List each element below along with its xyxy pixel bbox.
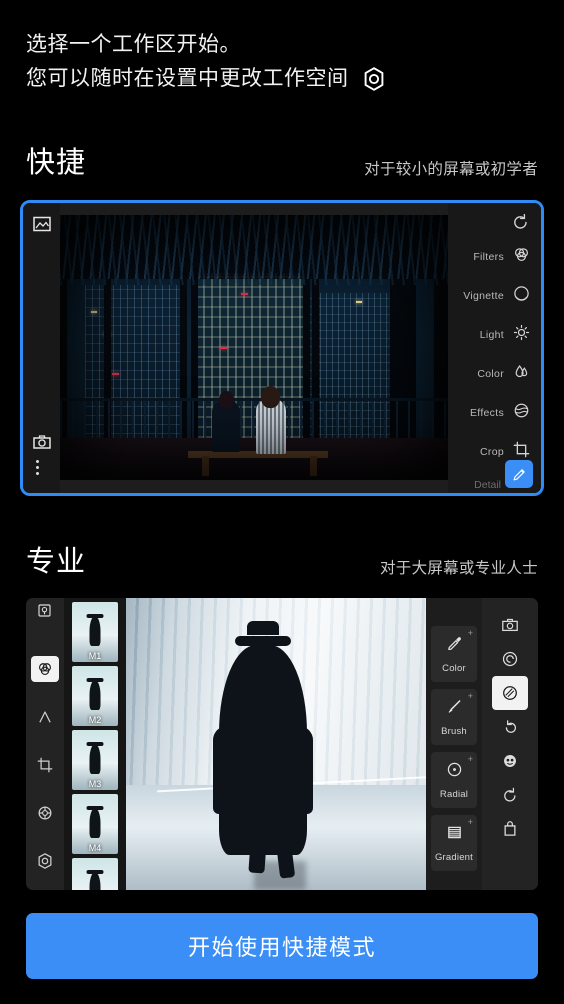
- rotate-cw-icon[interactable]: [492, 710, 528, 744]
- workspace-option-quick[interactable]: Filters Vignette Light Color Effects Cro…: [20, 200, 544, 496]
- brush-icon: [445, 697, 464, 721]
- tool-card-badge: +: [467, 754, 473, 764]
- quick-menu-item-vignette[interactable]: Vignette: [448, 276, 541, 315]
- masks-icon[interactable]: [492, 676, 528, 710]
- color-drop-icon: [513, 363, 530, 385]
- pro-filmstrip[interactable]: M1 M2 M3 M4 M5: [64, 598, 126, 890]
- pro-preview-photo: [126, 598, 438, 890]
- header: 选择一个工作区开始。 您可以随时在设置中更改工作空间: [0, 0, 564, 96]
- undo-icon[interactable]: [512, 213, 529, 230]
- tool-card-label: Color: [442, 663, 466, 674]
- effects-icon: [513, 402, 530, 424]
- light-sun-icon: [513, 324, 530, 346]
- workspace-option-pro[interactable]: M1 M2 M3 M4 M5: [26, 598, 538, 890]
- section-title-pro: 专业: [26, 546, 87, 578]
- filmstrip-thumb[interactable]: M2: [72, 666, 118, 726]
- pro-right-rail: [482, 598, 538, 890]
- thumb-label: M4: [88, 843, 102, 853]
- filters-icon: [513, 246, 530, 268]
- section-header-pro: 专业 对于大屏幕或专业人士: [0, 545, 564, 579]
- quick-menu-item-effects[interactable]: Effects: [448, 393, 541, 432]
- quick-menu-item-filters[interactable]: Filters: [448, 237, 541, 276]
- thumb-label: M2: [88, 715, 102, 725]
- filmstrip-thumb[interactable]: M4: [72, 794, 118, 854]
- radial-icon: [445, 760, 464, 784]
- menu-label: Crop: [480, 445, 504, 458]
- start-quick-mode-button[interactable]: 开始使用快捷模式: [26, 913, 538, 979]
- thumb-label: M3: [88, 779, 102, 789]
- more-vertical-icon[interactable]: [36, 460, 39, 475]
- quick-left-rail: [23, 203, 60, 493]
- quick-preview: Filters Vignette Light Color Effects Cro…: [23, 203, 541, 493]
- menu-label: Effects: [469, 406, 504, 419]
- cta-label: 开始使用快捷模式: [187, 935, 376, 960]
- pro-settings-gear-hex-icon[interactable]: [31, 848, 59, 874]
- header-line-2-row: 您可以随时在设置中更改工作空间: [26, 62, 538, 96]
- tool-card-gradient[interactable]: + Gradient: [431, 815, 477, 871]
- vignette-icon: [513, 285, 530, 307]
- tool-card-brush[interactable]: + Brush: [431, 689, 477, 745]
- filmstrip-thumb[interactable]: M3: [72, 730, 118, 790]
- filmstrip-thumb[interactable]: M5: [72, 858, 118, 890]
- quick-right-rail: Filters Vignette Light Color Effects Cro…: [448, 203, 541, 493]
- camera-icon[interactable]: [492, 608, 528, 642]
- spiral-target-icon[interactable]: [492, 642, 528, 676]
- menu-label: Light: [479, 328, 504, 341]
- pencil-icon[interactable]: [505, 460, 533, 488]
- header-line-1: 选择一个工作区开始。: [26, 33, 241, 56]
- tool-card-label: Brush: [441, 726, 467, 737]
- camera-icon[interactable]: [33, 433, 51, 451]
- portrait-face-icon[interactable]: [492, 744, 528, 778]
- section-header-quick: 快捷 对于较小的屏幕或初学者: [0, 146, 564, 180]
- tool-card-label: Radial: [439, 789, 469, 800]
- tool-card-badge: +: [467, 628, 473, 638]
- selection-tool-icon[interactable]: [37, 603, 52, 623]
- menu-label: Filters: [473, 250, 504, 263]
- pro-nav-filters-icon[interactable]: [31, 656, 59, 682]
- tool-card-label: Gradient: [434, 852, 474, 863]
- pro-left-nav: [26, 634, 64, 826]
- quick-menu-item-color[interactable]: Color: [448, 354, 541, 393]
- header-line-2: 您可以随时在设置中更改工作空间: [26, 67, 349, 90]
- undo-icon[interactable]: [492, 778, 528, 812]
- tool-card-radial[interactable]: + Radial: [431, 752, 477, 808]
- workspace-chooser-screen: 选择一个工作区开始。 您可以随时在设置中更改工作空间 快捷 对于较小的屏幕或初学…: [0, 0, 564, 1004]
- quick-menu: Filters Vignette Light Color Effects Cro…: [448, 237, 541, 471]
- gradient-icon: [445, 823, 464, 847]
- image-icon[interactable]: [33, 215, 51, 233]
- pro-nav-text-a-icon[interactable]: [31, 704, 59, 730]
- quick-preview-photo: [60, 215, 448, 480]
- pro-nav-crop-icon[interactable]: [31, 752, 59, 778]
- eyedropper-icon: [445, 634, 464, 658]
- section-title-quick: 快捷: [26, 147, 87, 179]
- pro-tool-cards: + Color + Brush + Radial + Gradient: [426, 598, 482, 890]
- tool-card-badge: +: [467, 691, 473, 701]
- menu-label: Color: [477, 367, 504, 380]
- thumb-label: M1: [88, 651, 102, 661]
- quick-menu-item-light[interactable]: Light: [448, 315, 541, 354]
- tool-card-color[interactable]: + Color: [431, 626, 477, 682]
- filmstrip-thumb[interactable]: M1: [72, 602, 118, 662]
- section-subtitle-pro: 对于大屏幕或专业人士: [379, 560, 538, 577]
- gear-hex-icon[interactable]: [361, 66, 387, 92]
- section-subtitle-quick: 对于较小的屏幕或初学者: [364, 161, 538, 178]
- tool-card-badge: +: [467, 817, 473, 827]
- pro-nav-healing-icon[interactable]: [31, 800, 59, 826]
- quick-menu-item-detail[interactable]: Detail: [474, 479, 501, 491]
- menu-label: Vignette: [463, 289, 504, 302]
- bag-export-icon[interactable]: [492, 812, 528, 846]
